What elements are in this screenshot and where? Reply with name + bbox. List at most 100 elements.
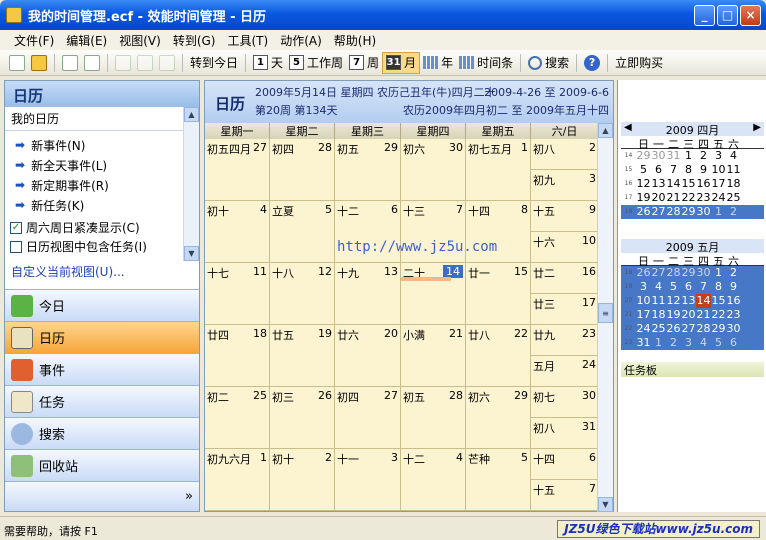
mini-day[interactable]: 1 <box>711 205 726 219</box>
day-cell[interactable]: 芒种 5 <box>466 449 531 511</box>
mini-day[interactable]: 15 <box>711 294 726 308</box>
mini-day[interactable]: 22 <box>681 191 696 205</box>
mini-day[interactable]: 2 <box>726 205 741 219</box>
mini-day[interactable]: 12 <box>636 177 651 191</box>
calendar-scrollbar[interactable]: ▲ ≡ ▼ <box>597 123 613 512</box>
day-cell[interactable]: 小满 21 <box>401 325 466 387</box>
mini-day[interactable]: 19 <box>636 191 651 205</box>
mini-day[interactable]: 12 <box>666 294 681 308</box>
mini-day[interactable]: 4 <box>696 336 711 350</box>
mini-day[interactable]: 29 <box>681 266 696 280</box>
mini-day[interactable]: 20 <box>681 308 696 322</box>
weekend-cell[interactable]: 廿二 16 <box>531 263 599 294</box>
day-cell[interactable]: 初三 26 <box>270 387 335 449</box>
day-view-button[interactable]: 1天 <box>250 52 286 74</box>
scroll-up-icon[interactable]: ▲ <box>598 123 613 138</box>
mini-day[interactable]: 24 <box>636 322 651 336</box>
new-recurring-event-link[interactable]: ➡ 新定期事件(R) <box>5 175 199 195</box>
mini-day[interactable]: 21 <box>696 308 711 322</box>
weekend-cell[interactable]: 廿三 17 <box>531 294 599 325</box>
day-cell[interactable]: 十二 6 <box>335 201 401 263</box>
mini-day[interactable]: 6 <box>681 280 696 294</box>
day-cell[interactable]: 初六 29 <box>466 387 531 449</box>
mini-day[interactable]: 15 <box>681 177 696 191</box>
mini-day[interactable]: 27 <box>681 322 696 336</box>
mini-day[interactable]: 7 <box>696 280 711 294</box>
copy-icon[interactable] <box>137 54 153 71</box>
mini-day[interactable]: 7 <box>666 163 681 177</box>
weekend-cell[interactable]: 十五 9 <box>531 201 599 232</box>
mini-day[interactable]: 25 <box>651 322 666 336</box>
mini-day[interactable]: 11 <box>726 163 741 177</box>
menu-help[interactable]: 帮助(H) <box>334 32 376 49</box>
mini-day[interactable]: 4 <box>726 149 741 163</box>
new-event-link[interactable]: ➡ 新事件(N) <box>5 135 199 155</box>
day-cell[interactable]: 初九六月 1 <box>205 449 270 511</box>
weekend-cell[interactable]: 初八 31 <box>531 418 599 449</box>
mini-day[interactable]: 24 <box>711 191 726 205</box>
mini-day[interactable]: 30 <box>726 322 741 336</box>
mini-day[interactable]: 28 <box>696 322 711 336</box>
mini-day[interactable]: 4 <box>651 280 666 294</box>
mini-day[interactable]: 31 <box>636 336 651 350</box>
mini-day[interactable]: 27 <box>651 205 666 219</box>
day-cell[interactable]: 廿四 18 <box>205 325 270 387</box>
close-button[interactable]: × <box>740 4 761 26</box>
nav-events-button[interactable]: 事件 <box>5 353 199 385</box>
mini-day[interactable]: 1 <box>651 336 666 350</box>
menu-actions[interactable]: 动作(A) <box>280 32 322 49</box>
new-file-icon[interactable] <box>9 54 25 71</box>
mini-day[interactable]: 10 <box>711 163 726 177</box>
buy-now-button[interactable]: 立即购买 <box>612 52 666 74</box>
mini-day[interactable]: 18 <box>726 177 741 191</box>
mini-day[interactable]: 3 <box>636 280 651 294</box>
mini-day[interactable]: 3 <box>711 149 726 163</box>
weekend-cell[interactable]: 十六 10 <box>531 232 599 263</box>
mini-day[interactable]: 17 <box>711 177 726 191</box>
nav-recycle-button[interactable]: 回收站 <box>5 449 199 481</box>
mini-day[interactable]: 13 <box>681 294 696 308</box>
customize-view-link[interactable]: 自定义当前视图(U)... <box>5 261 199 282</box>
workweek-view-button[interactable]: 5 工作周 <box>286 52 346 74</box>
day-cell[interactable]: 二十 14 <box>401 263 466 325</box>
search-button[interactable]: 搜索 <box>525 52 572 74</box>
scroll-up-icon[interactable]: ▲ <box>184 107 199 122</box>
maximize-button[interactable]: □ <box>717 4 738 26</box>
mini-day[interactable]: 3 <box>681 336 696 350</box>
weekend-cell[interactable]: 十五 7 <box>531 480 599 511</box>
day-cell[interactable]: 廿五 19 <box>270 325 335 387</box>
day-cell[interactable]: 十三 7 <box>401 201 466 263</box>
mini-day[interactable]: 8 <box>711 280 726 294</box>
open-folder-icon[interactable] <box>31 54 47 71</box>
minimize-button[interactable]: _ <box>694 4 715 26</box>
nav-expand-button[interactable]: » <box>5 481 199 511</box>
mini-day[interactable]: 28 <box>666 205 681 219</box>
mini-day[interactable]: 27 <box>651 266 666 280</box>
cut-icon[interactable] <box>115 54 131 71</box>
day-cell[interactable]: 廿八 22 <box>466 325 531 387</box>
day-cell[interactable]: 初四 28 <box>270 139 335 201</box>
day-cell[interactable]: 十八 12 <box>270 263 335 325</box>
weekend-cell[interactable]: 廿九 23 <box>531 325 599 356</box>
mini-day[interactable]: 30 <box>696 205 711 219</box>
prev-month-icon[interactable]: ◀ <box>624 122 632 133</box>
mini-day[interactable]: 29 <box>636 149 651 163</box>
weekend-cell[interactable]: 十四 6 <box>531 449 599 480</box>
paste-icon[interactable] <box>159 54 175 71</box>
weekend-cell[interactable]: 初八 2 <box>531 139 599 170</box>
mini-day[interactable]: 1 <box>711 266 726 280</box>
mini-day[interactable]: 9 <box>726 280 741 294</box>
scroll-thumb[interactable]: ≡ <box>598 303 613 323</box>
mini-day[interactable]: 5 <box>711 336 726 350</box>
scroll-down-icon[interactable]: ▼ <box>598 497 613 512</box>
mini-day[interactable]: 20 <box>651 191 666 205</box>
mini-day[interactable]: 2 <box>696 149 711 163</box>
mini-day[interactable]: 14 <box>666 177 681 191</box>
day-cell[interactable]: 初七五月 1 <box>466 139 531 201</box>
mini-day[interactable]: 16 <box>726 294 741 308</box>
new-allday-event-link[interactable]: ➡ 新全天事件(L) <box>5 155 199 175</box>
day-cell[interactable]: 初四 27 <box>335 387 401 449</box>
mini-day[interactable]: 26 <box>666 322 681 336</box>
mini-day[interactable]: 6 <box>726 336 741 350</box>
menu-goto[interactable]: 转到(G) <box>173 32 216 49</box>
